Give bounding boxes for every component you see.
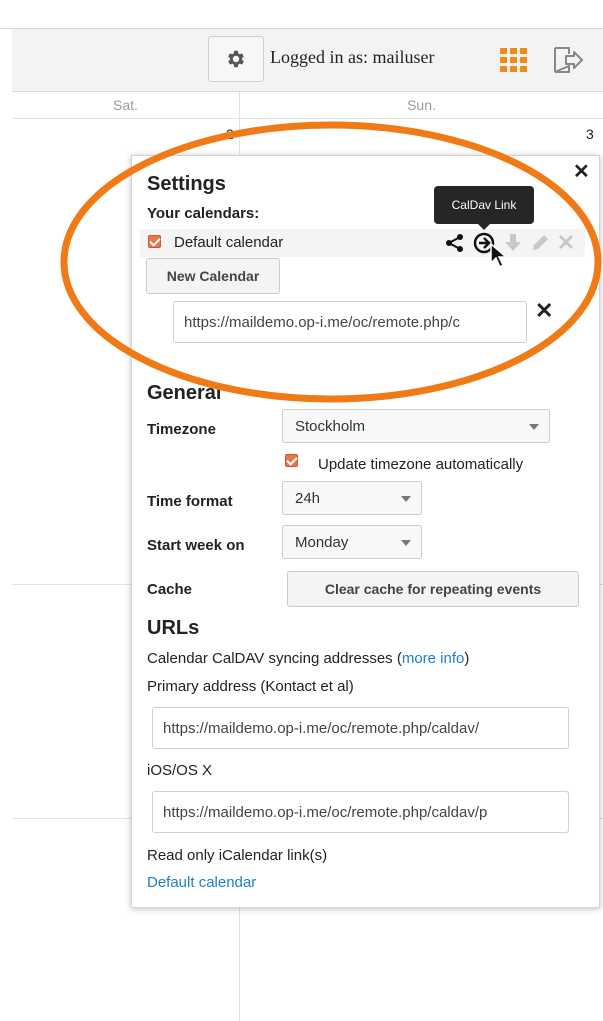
delete-icon[interactable] — [558, 234, 574, 250]
app-header: Logged in as: mailuser — [12, 29, 603, 92]
day-number-sunday: 3 — [586, 126, 594, 142]
timezone-value: Stockholm — [295, 417, 366, 435]
mouse-cursor-icon — [490, 243, 508, 269]
share-icon[interactable] — [445, 233, 465, 253]
start-week-select[interactable]: Monday — [282, 525, 422, 559]
caldav-sync-text: Calendar CalDAV syncing addresses (more … — [147, 650, 469, 667]
time-format-value: 24h — [295, 489, 321, 507]
caldav-link-tooltip: CalDav Link — [434, 186, 534, 230]
more-info-link[interactable]: more info — [402, 650, 465, 667]
start-week-label: Start week on — [147, 537, 245, 554]
close-link-icon[interactable]: ✕ — [535, 300, 553, 322]
day-number-saturday: 2 — [226, 126, 234, 142]
clear-cache-button[interactable]: Clear cache for repeating events — [287, 571, 579, 607]
your-calendars-label: Your calendars: — [147, 205, 260, 222]
timezone-select[interactable]: Stockholm — [282, 409, 550, 443]
ios-label: iOS/OS X — [147, 762, 213, 779]
settings-title: Settings — [147, 173, 226, 195]
readonly-label: Read only iCalendar link(s) — [147, 847, 328, 864]
ios-address-field[interactable]: https://maildemo.op-i.me/oc/remote.php/c… — [152, 791, 569, 833]
caldav-sync-suffix: ) — [464, 650, 470, 667]
day-header-saturday: Sat. — [12, 92, 239, 119]
general-title: General — [147, 382, 222, 404]
time-format-label: Time format — [147, 493, 233, 510]
chevron-down-icon — [401, 496, 411, 502]
settings-button[interactable] — [208, 36, 264, 82]
primary-address-label: Primary address (Kontact et al) — [147, 678, 354, 695]
calendar-row: Default calendar — [140, 229, 585, 269]
readonly-calendar-link[interactable]: Default calendar — [147, 874, 256, 891]
update-timezone-label: Update timezone automatically — [318, 456, 524, 473]
chevron-down-icon — [401, 540, 411, 546]
chevron-down-icon — [529, 424, 539, 430]
top-strip — [0, 0, 603, 29]
timezone-label: Timezone — [147, 421, 216, 438]
urls-title: URLs — [147, 617, 200, 639]
gear-icon — [228, 50, 244, 68]
new-calendar-button[interactable]: New Calendar — [146, 258, 280, 294]
edit-icon[interactable] — [530, 233, 550, 253]
update-timezone-checkbox[interactable] — [285, 454, 298, 467]
close-icon[interactable]: ✕ — [573, 162, 590, 182]
day-header-sunday: Sun. — [240, 92, 603, 119]
calendar-enabled-checkbox[interactable] — [148, 235, 161, 248]
settings-popup: ✕ Settings Your calendars: Default calen… — [131, 155, 600, 908]
cache-label: Cache — [147, 581, 193, 598]
calendar-name: Default calendar — [174, 234, 284, 251]
time-format-select[interactable]: 24h — [282, 481, 422, 515]
row-line — [12, 118, 603, 119]
start-week-value: Monday — [295, 533, 349, 551]
caldav-sync-prefix: Calendar CalDAV syncing addresses ( — [147, 650, 402, 667]
primary-address-field[interactable]: https://maildemo.op-i.me/oc/remote.php/c… — [152, 707, 569, 749]
logged-in-label: Logged in as: mailuser — [270, 47, 435, 67]
logout-icon[interactable] — [552, 46, 586, 74]
apps-grid-icon[interactable] — [500, 48, 528, 72]
caldav-link-field[interactable]: https://maildemo.op-i.me/oc/remote.php/c — [173, 301, 527, 343]
